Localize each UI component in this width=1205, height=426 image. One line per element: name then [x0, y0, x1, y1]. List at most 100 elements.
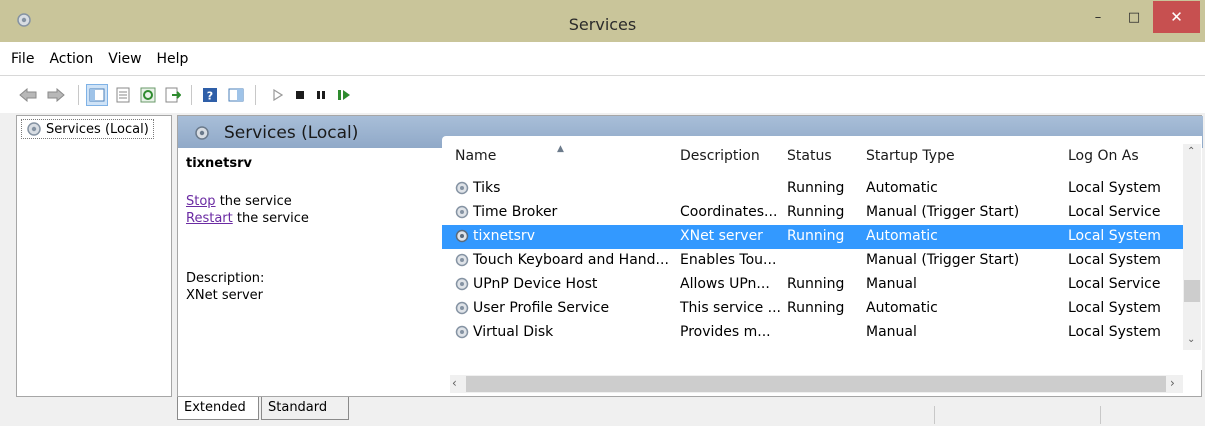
extended-view-icon	[228, 88, 244, 102]
scroll-up-icon[interactable]: ⌃	[1187, 146, 1195, 157]
menu-bar: File Action View Help	[0, 42, 1205, 75]
restart-action-suffix: the service	[232, 211, 309, 226]
stop-service-link[interactable]: Stop	[186, 194, 216, 209]
table-row[interactable]: Touch Keyboard and Hand... Enables Tou..…	[442, 249, 1187, 273]
minimize-button[interactable]: –	[1083, 1, 1113, 33]
service-status: Running	[787, 276, 845, 292]
description-label: Description:	[186, 271, 265, 286]
start-service-button[interactable]	[267, 84, 289, 106]
services-list: ▲ Name Description Status Startup Type L…	[442, 136, 1202, 370]
services-gear-icon	[27, 122, 41, 136]
sort-ascending-icon: ▲	[557, 144, 564, 154]
status-bar	[0, 402, 1205, 426]
service-status: Running	[787, 300, 845, 316]
restart-service-link[interactable]: Restart	[186, 211, 233, 226]
scroll-left-icon[interactable]: ‹	[452, 376, 457, 390]
horizontal-scrollbar[interactable]: ‹ ›	[450, 375, 1183, 393]
service-log-on-as: Local Service	[1068, 276, 1161, 292]
restart-action: Restart the service	[186, 210, 438, 227]
menu-view[interactable]: View	[108, 51, 141, 67]
stop-service-button[interactable]	[289, 84, 311, 106]
stop-action: Stop the service	[186, 193, 438, 210]
column-header-startup-type[interactable]: Startup Type	[866, 148, 955, 164]
export-list-button[interactable]	[162, 84, 184, 106]
service-name: User Profile Service	[473, 300, 610, 316]
service-gear-icon	[455, 301, 469, 315]
service-status: Running	[787, 228, 845, 244]
svg-text:?: ?	[207, 90, 213, 103]
pause-service-button[interactable]	[310, 84, 332, 106]
column-header-description[interactable]: Description	[680, 148, 760, 164]
selected-service-name: tixnetsrv	[186, 156, 252, 171]
services-gear-icon	[195, 126, 209, 140]
service-name: UPnP Device Host	[473, 276, 598, 292]
refresh-button[interactable]	[137, 84, 159, 106]
service-startup-type: Automatic	[866, 228, 938, 244]
vertical-scroll-thumb[interactable]	[1184, 280, 1200, 302]
toolbar: ?	[0, 75, 1205, 113]
service-log-on-as: Local System	[1068, 228, 1161, 244]
properties-icon	[116, 87, 130, 103]
status-divider	[1100, 406, 1101, 424]
tree-item-label: Services (Local)	[46, 121, 149, 137]
table-row[interactable]: UPnP Device Host Allows UPn... Running M…	[442, 273, 1187, 297]
service-name: Touch Keyboard and Hand...	[473, 252, 669, 268]
console-tree: Services (Local)	[16, 115, 172, 397]
maximize-button[interactable]: □	[1119, 1, 1149, 33]
column-header-status[interactable]: Status	[787, 148, 832, 164]
toolbar-separator	[191, 85, 192, 105]
forward-button[interactable]	[45, 84, 67, 106]
main-panel: Services (Local) tixnetsrv Stop the serv…	[177, 115, 1203, 397]
stop-service-icon	[296, 91, 304, 99]
table-row[interactable]: Time Broker Coordinates... Running Manua…	[442, 201, 1187, 225]
menu-action[interactable]: Action	[49, 51, 93, 67]
service-name: Time Broker	[473, 204, 558, 220]
properties-button[interactable]	[112, 84, 134, 106]
tree-item-services-local[interactable]: Services (Local)	[21, 119, 154, 139]
column-header-name[interactable]: Name	[455, 148, 496, 164]
service-description: Coordinates...	[680, 204, 778, 220]
start-service-icon	[273, 89, 283, 101]
horizontal-scroll-thumb[interactable]	[466, 376, 1166, 392]
back-button[interactable]	[17, 84, 39, 106]
refresh-icon	[140, 87, 156, 103]
help-button[interactable]: ?	[199, 84, 221, 106]
help-icon: ?	[203, 88, 217, 103]
service-gear-icon	[455, 277, 469, 291]
table-row-selected[interactable]: tixnetsrv XNet server Running Automatic …	[442, 225, 1187, 249]
vertical-scrollbar[interactable]: ⌃ ⌄	[1183, 144, 1201, 350]
toolbar-separator	[78, 85, 79, 105]
service-name: Virtual Disk	[473, 324, 554, 340]
resume-service-button[interactable]	[333, 84, 355, 106]
close-button[interactable]: ✕	[1153, 1, 1200, 33]
service-gear-icon	[455, 205, 469, 219]
show-hide-console-tree-button[interactable]	[86, 84, 108, 106]
window-title: Services	[568, 15, 637, 34]
service-gear-icon	[455, 325, 469, 339]
service-name: tixnetsrv	[473, 228, 535, 244]
service-description: XNet server	[680, 228, 763, 244]
service-detail-pane: tixnetsrv Stop the service Restart the s…	[186, 156, 438, 304]
service-startup-type: Automatic	[866, 180, 938, 196]
scroll-right-icon[interactable]: ›	[1170, 376, 1175, 390]
panel-title: Services (Local)	[224, 123, 359, 143]
table-row[interactable]: Tiks Running Automatic Local System	[442, 177, 1187, 201]
service-log-on-as: Local System	[1068, 180, 1161, 196]
service-log-on-as: Local Service	[1068, 204, 1161, 220]
export-list-icon	[165, 87, 181, 103]
service-startup-type: Manual	[866, 324, 917, 340]
status-divider	[934, 406, 935, 424]
service-description: Allows UPn...	[680, 276, 770, 292]
column-header-log-on-as[interactable]: Log On As	[1068, 148, 1139, 164]
menu-help[interactable]: Help	[157, 51, 189, 67]
extended-view-button[interactable]	[225, 84, 247, 106]
description-text: XNet server	[186, 288, 264, 303]
scroll-down-icon[interactable]: ⌄	[1187, 334, 1195, 345]
table-row[interactable]: Virtual Disk Provides m... Manual Local …	[442, 321, 1187, 345]
back-arrow-icon	[19, 88, 37, 102]
toolbar-separator	[255, 85, 256, 105]
menu-file[interactable]: File	[11, 51, 34, 67]
service-name: Tiks	[473, 180, 501, 196]
stop-action-suffix: the service	[215, 194, 292, 209]
table-row[interactable]: User Profile Service This service ... Ru…	[442, 297, 1187, 321]
